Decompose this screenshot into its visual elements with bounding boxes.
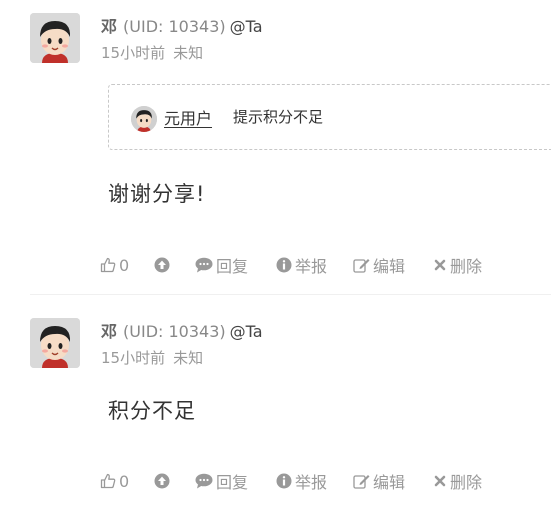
comment-body: 谢谢分享! [108, 182, 206, 206]
edit-icon [353, 475, 370, 489]
arrow-up-circle-icon [154, 257, 170, 273]
comment-divider [30, 294, 551, 295]
like-count: 0 [119, 471, 130, 491]
like-button[interactable]: 0 [100, 470, 129, 492]
delete-label: 删除 [450, 257, 483, 276]
delete-label: 删除 [450, 473, 483, 492]
like-count: 0 [119, 255, 130, 275]
comment-item: 邓 (UID: 10343) @Ta 15小时前 未知 元用户 提示积分不足 谢谢分享… [0, 0, 551, 295]
upvote-button[interactable] [154, 470, 173, 492]
avatar[interactable] [30, 318, 80, 368]
comment-meta: 15小时前 未知 [101, 42, 203, 63]
reply-button[interactable]: 回复 [195, 470, 248, 492]
report-label: 举报 [295, 257, 328, 276]
close-x-icon [434, 475, 446, 487]
location: 未知 [173, 44, 204, 62]
location: 未知 [173, 349, 204, 367]
arrow-up-circle-icon [154, 473, 170, 489]
close-x-icon [434, 259, 446, 271]
thumbs-up-icon [100, 473, 116, 489]
comment-bubble-icon [195, 473, 213, 489]
delete-button[interactable]: 删除 [433, 470, 482, 492]
comment-item: 邓 (UID: 10343) @Ta 15小时前 未知 积分不足 0 回复 举报… [0, 305, 551, 505]
user-uid: (UID: 10343) [123, 17, 226, 36]
report-button[interactable]: 举报 [276, 254, 327, 276]
comment-meta: 15小时前 未知 [101, 347, 203, 368]
delete-button[interactable]: 删除 [433, 254, 482, 276]
thumbs-up-icon [100, 257, 116, 273]
avatar[interactable] [30, 13, 80, 63]
edit-icon [353, 259, 370, 273]
edit-button[interactable]: 编辑 [353, 470, 405, 492]
comment-bubble-icon [195, 257, 213, 273]
report-label: 举报 [295, 473, 328, 492]
comment-header: 邓 (UID: 10343) @Ta [101, 13, 263, 37]
upvote-button[interactable] [154, 254, 173, 276]
reply-label: 回复 [216, 257, 249, 276]
comment-body: 积分不足 [108, 399, 196, 423]
quoted-text: 提示积分不足 [233, 108, 324, 126]
user-uid: (UID: 10343) [123, 322, 226, 341]
time-ago: 15小时前 [101, 349, 166, 367]
info-circle-icon [276, 473, 292, 489]
edit-label: 编辑 [373, 473, 406, 492]
quoted-user-avatar[interactable] [131, 106, 157, 132]
edit-button[interactable]: 编辑 [353, 254, 405, 276]
comment-header: 邓 (UID: 10343) @Ta [101, 318, 263, 342]
info-circle-icon [276, 257, 292, 273]
username-link[interactable]: 邓 [101, 17, 117, 36]
like-button[interactable]: 0 [100, 254, 129, 276]
username-link[interactable]: 邓 [101, 322, 117, 341]
report-button[interactable]: 举报 [276, 470, 327, 492]
edit-label: 编辑 [373, 257, 406, 276]
mention-user-link[interactable]: @Ta [230, 322, 263, 341]
quoted-reply: 元用户 提示积分不足 [108, 84, 551, 150]
mention-user-link[interactable]: @Ta [230, 17, 263, 36]
time-ago: 15小时前 [101, 44, 166, 62]
reply-label: 回复 [216, 473, 249, 492]
reply-button[interactable]: 回复 [195, 254, 248, 276]
quoted-user-link[interactable]: 元用户 [164, 105, 212, 129]
